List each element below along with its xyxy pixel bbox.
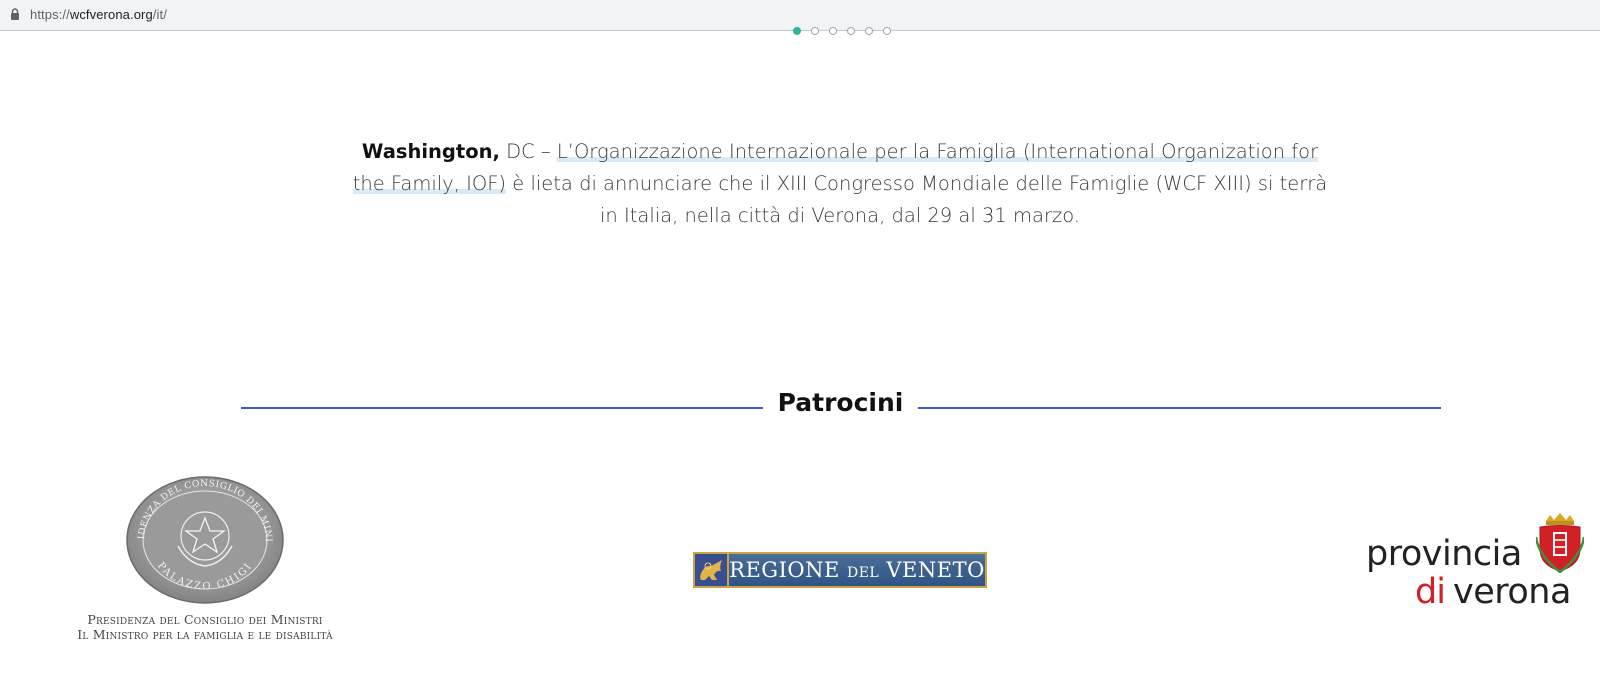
announcement-body: è lieta di annunciare che il XIII Congre… — [506, 172, 1328, 227]
announcement-lead: Washington, — [361, 140, 500, 163]
carousel-dot[interactable] — [829, 27, 837, 35]
carousel-dot[interactable] — [793, 27, 801, 35]
announcement-lead-rest: DC – — [499, 140, 557, 163]
verona-crest-icon — [1536, 513, 1584, 573]
section-divider-right — [918, 407, 1441, 409]
presidenza-caption: Presidenza del Consiglio dei Ministri Il… — [55, 612, 355, 642]
carousel-dot[interactable] — [811, 27, 819, 35]
announcement-text: Washington, DC – L’Organizzazione Intern… — [350, 136, 1330, 232]
veneto-word-del: DEL — [846, 565, 880, 581]
url-scheme: https:// — [30, 7, 70, 22]
section-title: Patrocini — [777, 388, 904, 417]
veneto-word-veneto: VENETO — [879, 558, 985, 582]
presidenza-line1: Presidenza del Consiglio dei Ministri — [87, 612, 323, 627]
regione-veneto-logo[interactable]: REGIONE DEL VENETO — [693, 552, 987, 588]
carousel-dot[interactable] — [865, 27, 873, 35]
presidenza-seal-logo[interactable]: PRESIDENZA DEL CONSIGLIO DEI MINISTRI PA… — [126, 476, 284, 604]
url-path: /it/ — [152, 7, 167, 22]
carousel-dot[interactable] — [847, 27, 855, 35]
presidenza-line2: Il Ministro per la famiglia e le disabil… — [77, 627, 333, 642]
carousel-dot[interactable] — [883, 27, 891, 35]
lock-icon — [11, 8, 19, 20]
carousel-dots — [793, 27, 891, 35]
provincia-verona-word: verona — [1453, 572, 1571, 612]
url-host: wcfverona.org — [69, 7, 153, 22]
section-divider-left — [241, 407, 763, 409]
provincia-di-word: di — [1415, 572, 1446, 612]
regione-veneto-wordmark: REGIONE DEL VENETO — [729, 554, 985, 586]
veneto-word-regione: REGIONE — [729, 558, 847, 582]
provincia-word: provincia — [1366, 534, 1522, 574]
url-text[interactable]: https://wcfverona.org/it/ — [30, 7, 167, 22]
lion-of-saint-mark-icon — [695, 554, 729, 586]
